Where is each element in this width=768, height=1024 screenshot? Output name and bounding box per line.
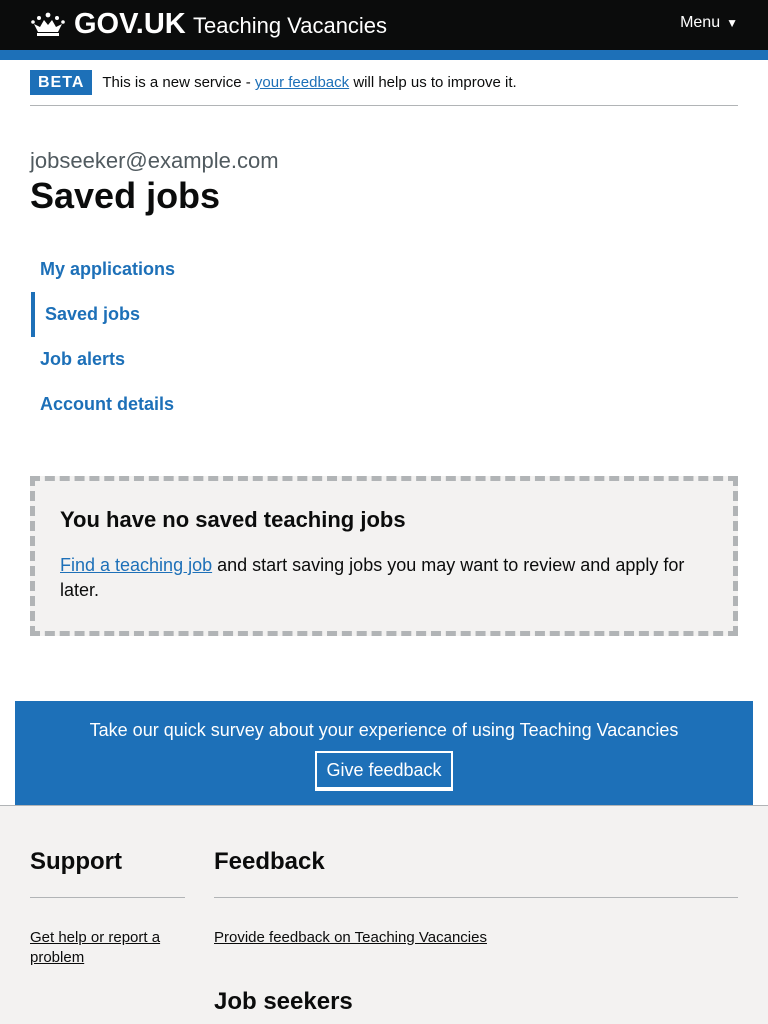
subnav-item-job-alerts: Job alerts: [30, 337, 330, 382]
footer-feedback-column: Feedback Provide feedback on Teaching Va…: [214, 847, 738, 948]
footer-jobseekers-column: Job seekers: [214, 987, 738, 1017]
service-name-link[interactable]: Teaching Vacancies: [193, 12, 387, 40]
footer-divider: [30, 897, 185, 898]
footer-feedback-heading: Feedback: [214, 848, 325, 875]
empty-state-heading: You have no saved teaching jobs: [60, 507, 406, 532]
empty-state-text: Find a teaching job and start saving job…: [60, 553, 708, 603]
chevron-down-icon: ▼: [726, 16, 738, 30]
site-header: GOV.UK Teaching Vacancies Menu ▼: [0, 0, 768, 50]
crown-icon: [30, 10, 66, 38]
give-feedback-button[interactable]: Give feedback: [315, 751, 453, 789]
footer-jobseekers-heading: Job seekers: [214, 988, 353, 1015]
account-subnav: My applications Saved jobs Job alerts Ac…: [30, 247, 330, 427]
page-title: Saved jobs: [30, 175, 221, 216]
subnav-link-saved-jobs[interactable]: Saved jobs: [45, 302, 140, 326]
footer-support-column: Support Get help or report a problem: [30, 847, 185, 968]
logo-text: GOV.UK: [74, 8, 186, 40]
site-footer: Support Get help or report a problem Fee…: [0, 805, 768, 1024]
footer-divider: [214, 897, 738, 898]
phase-banner-text: This is a new service - your feedback wi…: [102, 70, 516, 95]
find-teaching-job-link[interactable]: Find a teaching job: [60, 555, 212, 575]
subnav-item-saved-jobs: Saved jobs: [31, 292, 330, 337]
phase-text-after: will help us to improve it.: [349, 74, 517, 91]
survey-banner: Take our quick survey about your experie…: [15, 701, 753, 805]
get-help-link[interactable]: Get help or report a problem: [30, 928, 185, 968]
govuk-logo-link[interactable]: GOV.UK: [30, 9, 186, 39]
menu-label: Menu: [680, 14, 721, 31]
provide-feedback-link[interactable]: Provide feedback on Teaching Vacancies: [214, 928, 738, 948]
footer-support-heading: Support: [30, 848, 122, 875]
feedback-link[interactable]: your feedback: [255, 74, 349, 91]
empty-state-panel: You have no saved teaching jobs Find a t…: [30, 476, 738, 636]
survey-text: Take our quick survey about your experie…: [89, 720, 679, 740]
subnav-link-my-applications[interactable]: My applications: [40, 257, 175, 281]
phase-text-before: This is a new service -: [102, 74, 255, 91]
subnav-item-my-applications: My applications: [30, 247, 330, 292]
menu-button[interactable]: Menu ▼: [680, 14, 738, 32]
header-accent-bar: [0, 50, 768, 60]
beta-tag: BETA: [30, 70, 93, 95]
account-email-caption: jobseeker@example.com: [30, 148, 279, 173]
subnav-link-job-alerts[interactable]: Job alerts: [40, 347, 125, 371]
phase-banner: BETA This is a new service - your feedba…: [30, 70, 738, 106]
subnav-item-account-details: Account details: [30, 382, 330, 427]
subnav-link-account-details[interactable]: Account details: [40, 392, 174, 416]
